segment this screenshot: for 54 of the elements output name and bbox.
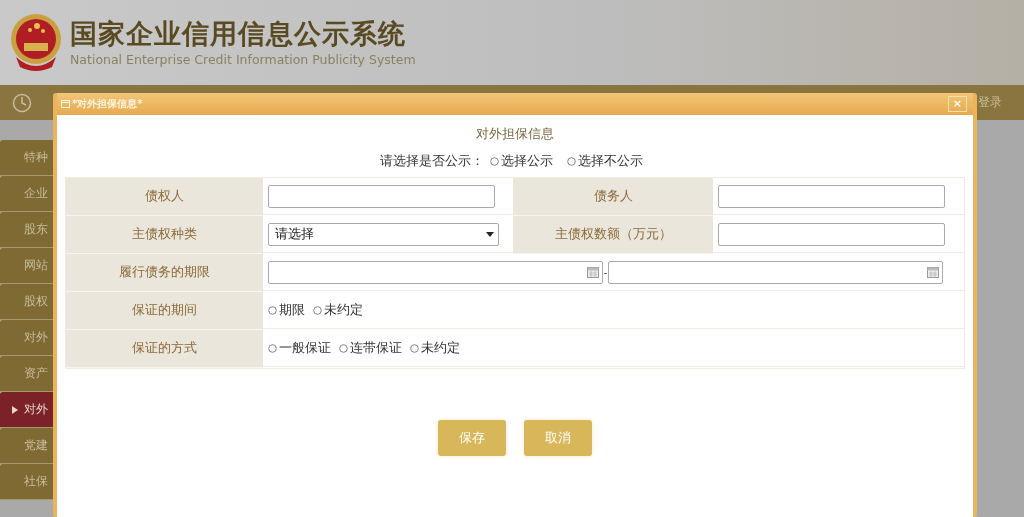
sidebar-item[interactable]: 企业 — [0, 176, 53, 212]
radio-label[interactable]: 未约定 — [421, 339, 460, 357]
input-field[interactable] — [268, 184, 495, 208]
field-label: 主债权数额（万元） — [513, 216, 713, 254]
emblem-icon — [10, 12, 62, 73]
dialog-button[interactable]: 保存 — [438, 420, 506, 456]
date-field[interactable] — [608, 260, 943, 284]
input-field[interactable] — [718, 184, 945, 208]
site-title: 国家企业信用信息公示系统 — [70, 17, 407, 50]
calendar-icon[interactable] — [587, 266, 599, 278]
login-link[interactable]: 登录 — [978, 94, 1002, 111]
radio-button[interactable] — [339, 343, 348, 353]
field-label: 保证的方式 — [66, 330, 263, 368]
field-label: 主债权种类 — [66, 216, 263, 254]
radio-label[interactable]: 未约定 — [324, 301, 363, 319]
calendar-icon[interactable] — [927, 266, 939, 278]
sidebar-item[interactable]: 资产 — [0, 356, 53, 392]
input-field[interactable] — [718, 222, 945, 246]
radio-button[interactable] — [313, 305, 322, 315]
field-label: 履行债务的期限 — [66, 254, 263, 292]
radio-label[interactable]: 期限 — [279, 301, 305, 319]
sidebar-item[interactable]: 对外 — [0, 392, 53, 428]
sidebar-item[interactable]: 特种 — [0, 140, 53, 176]
radio-button[interactable] — [268, 305, 277, 315]
clock-icon — [12, 92, 32, 113]
field-label: 保证的期间 — [66, 292, 263, 330]
radio-button[interactable] — [566, 156, 576, 166]
dialog-title: *对外担保信息* — [72, 97, 143, 111]
sidebar-item[interactable]: 社保 — [0, 464, 53, 500]
date-field[interactable] — [268, 260, 603, 284]
sidebar-item[interactable]: 股东 — [0, 212, 53, 248]
radio-label[interactable]: 选择不公示 — [577, 152, 643, 170]
radio-button[interactable] — [268, 343, 277, 353]
sidebar-item[interactable]: 网站 — [0, 248, 53, 284]
publicity-prompt: 请选择是否公示： — [379, 152, 484, 170]
triangle-icon — [12, 406, 18, 414]
radio-label[interactable]: 连带保证 — [350, 339, 402, 357]
site-subtitle: National Enterprise Credit Information Publicity System — [70, 51, 416, 68]
radio-label[interactable]: 选择公示 — [500, 152, 553, 170]
close-button[interactable]: × — [947, 96, 967, 112]
select-field[interactable]: 请选择 — [268, 222, 499, 246]
window-icon — [61, 100, 70, 108]
radio-button[interactable] — [410, 343, 419, 353]
sidebar-item[interactable]: 对外 — [0, 320, 53, 356]
sidebar-item[interactable]: 股权 — [0, 284, 53, 320]
field-label: 债权人 — [66, 178, 263, 216]
dialog-button[interactable]: 取消 — [524, 420, 592, 456]
radio-label[interactable]: 一般保证 — [279, 339, 331, 357]
sidebar-item[interactable]: 党建 — [0, 428, 53, 464]
form-heading: 对外担保信息 — [476, 125, 554, 143]
caret-icon — [486, 231, 494, 237]
radio-button[interactable] — [489, 156, 499, 166]
field-label: 债务人 — [513, 178, 713, 216]
range-separator: - — [603, 265, 608, 279]
